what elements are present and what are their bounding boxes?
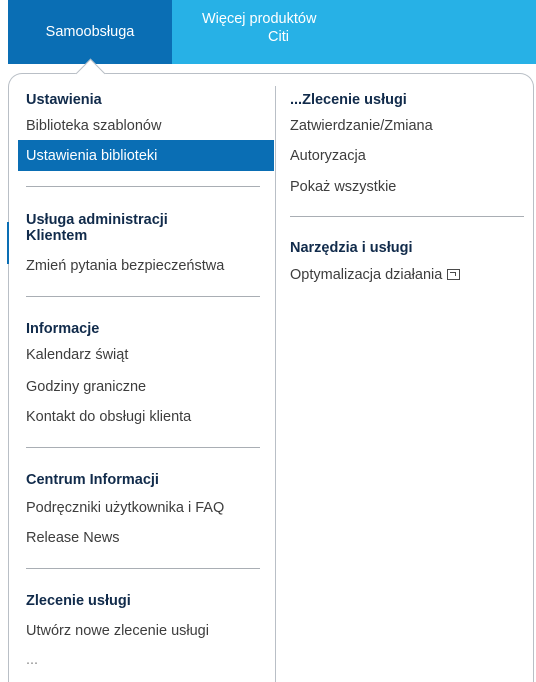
menu-item-holiday-calendar[interactable]: Kalendarz świąt: [26, 347, 128, 363]
menu-item-approve-change[interactable]: Zatwierdzanie/Zmiana: [290, 118, 433, 134]
service-order-heading: Zlecenie usługi: [26, 593, 131, 609]
tab-self-service-label: Samoobsługa: [45, 24, 135, 40]
menu-item-authorization[interactable]: Autoryzacja: [290, 148, 366, 164]
separator: [26, 568, 260, 569]
menu-item-contact-support[interactable]: Kontakt do obsługi klienta: [26, 409, 191, 425]
panel-accent-bar: [7, 222, 9, 264]
menu-item-change-security-questions[interactable]: Zmień pytania bezpieczeństwa: [26, 258, 224, 274]
menu-item-create-service-order[interactable]: Utwórz nowe zlecenie usługi: [26, 623, 209, 639]
external-window-icon: [447, 269, 461, 280]
separator: [26, 447, 260, 448]
client-admin-heading: Usługa administracji: [26, 212, 168, 228]
separator: [26, 186, 260, 187]
menu-item-performance-optimization-label: Optymalizacja działania: [290, 267, 443, 283]
service-order-more-heading: ...Zlecenie usługi: [290, 92, 407, 108]
menu-item-performance-optimization[interactable]: Optymalizacja działania: [290, 267, 461, 283]
client-admin-heading-line2: Klientem: [26, 228, 88, 244]
menu-item-show-all[interactable]: Pokaż wszystkie: [290, 179, 396, 195]
tab-more-products-label: Więcej produktów: [202, 11, 317, 27]
tab-self-service[interactable]: Samoobsługa: [8, 0, 172, 64]
settings-heading: Ustawienia: [26, 92, 102, 108]
separator: [290, 216, 524, 217]
top-navigation-bar: Samoobsługa Więcej produktów Citi: [0, 0, 536, 66]
tab-more-products[interactable]: Więcej produktów Citi: [172, 0, 536, 64]
menu-item-template-library[interactable]: Biblioteka szablonów: [26, 118, 161, 134]
separator: [26, 296, 260, 297]
menu-item-library-settings[interactable]: Ustawienia biblioteki: [18, 140, 274, 171]
menu-item-user-guides-faq[interactable]: Podręczniki użytkownika i FAQ: [26, 500, 224, 516]
menu-item-library-settings-label: Ustawienia biblioteki: [26, 147, 158, 164]
info-heading: Informacje: [26, 321, 100, 337]
tools-heading: Narzędzia i usługi: [290, 240, 413, 256]
tab-more-products-sublabel: Citi: [268, 29, 289, 45]
menu-item-cutoff-times[interactable]: Godziny graniczne: [26, 379, 146, 395]
column-divider: [275, 86, 276, 682]
menu-item-more[interactable]: ...: [26, 652, 38, 668]
info-center-heading: Centrum Informacji: [26, 472, 159, 488]
menu-item-release-news[interactable]: Release News: [26, 530, 120, 546]
